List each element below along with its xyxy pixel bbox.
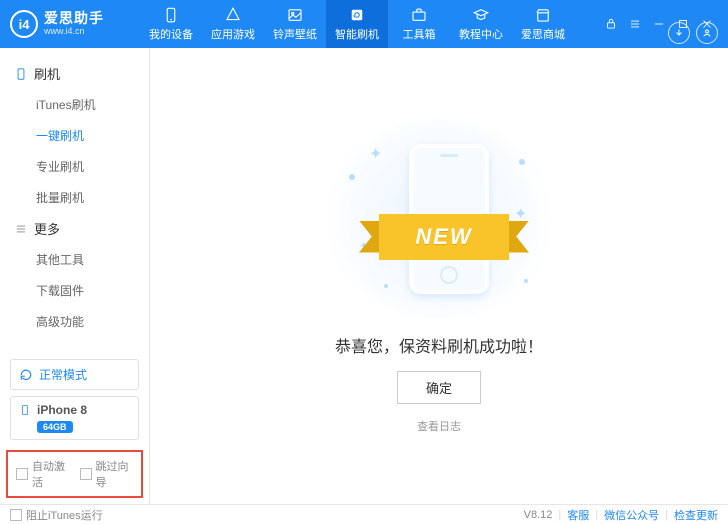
check-update-link[interactable]: 检查更新 (674, 507, 718, 523)
toolbox-icon (410, 6, 428, 24)
download-button[interactable] (668, 22, 690, 44)
apps-icon (224, 6, 242, 24)
sidebar-item-itunes-flash[interactable]: iTunes刷机 (0, 89, 149, 120)
block-itunes-checkbox[interactable]: 阻止iTunes运行 (10, 507, 103, 523)
bottom-options: 自动激活 跳过向导 (6, 450, 143, 498)
app-title: 爱思助手 (44, 11, 104, 26)
confirm-button[interactable]: 确定 (397, 371, 481, 404)
checkbox-label: 阻止iTunes运行 (26, 507, 103, 523)
nav-label: 应用游戏 (211, 26, 255, 42)
statusbar: 阻止iTunes运行 V8.12 | 客服 | 微信公众号 | 检查更新 (0, 504, 728, 524)
sidebar-head-label: 更多 (34, 219, 60, 238)
image-icon (286, 6, 304, 24)
success-message: 恭喜您，保资料刷机成功啦！ (335, 333, 543, 357)
nav-label: 铃声壁纸 (273, 26, 317, 42)
device-name: iPhone 8 (37, 403, 87, 417)
top-nav: 我的设备 应用游戏 铃声壁纸 智能刷机 工具箱 教程中心 爱思商城 (140, 0, 600, 48)
checkbox-icon (10, 509, 22, 521)
auto-activate-checkbox[interactable]: 自动激活 (16, 458, 70, 490)
mode-box[interactable]: 正常模式 (10, 359, 139, 390)
mode-label: 正常模式 (39, 366, 87, 383)
nav-label: 智能刷机 (335, 26, 379, 42)
nav-flash[interactable]: 智能刷机 (326, 0, 388, 48)
device-box[interactable]: iPhone 8 64GB (10, 396, 139, 440)
checkbox-icon (16, 468, 28, 480)
user-button[interactable] (696, 22, 718, 44)
nav-ringtones[interactable]: 铃声壁纸 (264, 0, 326, 48)
sidebar-item-onekey-flash[interactable]: 一键刷机 (0, 120, 149, 151)
nav-tutorial[interactable]: 教程中心 (450, 0, 512, 48)
refresh-icon (348, 6, 366, 24)
success-illustration: ✦ ✦ ✦ NEW (324, 119, 554, 319)
view-log-link[interactable]: 查看日志 (417, 418, 461, 434)
logo-icon: i4 (10, 10, 38, 38)
sidebar-item-advanced[interactable]: 高级功能 (0, 306, 149, 337)
nav-toolbox[interactable]: 工具箱 (388, 0, 450, 48)
version-label: V8.12 (524, 509, 553, 521)
logo[interactable]: i4 爱思助手 www.i4.cn (10, 10, 140, 38)
sidebar-item-pro-flash[interactable]: 专业刷机 (0, 151, 149, 182)
checkbox-icon (80, 468, 92, 480)
phone-icon (19, 403, 31, 417)
nav-mall[interactable]: 爱思商城 (512, 0, 574, 48)
menu-icon (14, 222, 28, 236)
sidebar-head-more: 更多 (0, 213, 149, 244)
graduation-icon (472, 6, 490, 24)
skip-wizard-checkbox[interactable]: 跳过向导 (80, 458, 134, 490)
storage-badge: 64GB (37, 421, 73, 433)
sidebar: 刷机 iTunes刷机 一键刷机 专业刷机 批量刷机 更多 其他工具 下载固件 … (0, 48, 150, 504)
wechat-link[interactable]: 微信公众号 (604, 507, 659, 523)
phone-icon (14, 67, 28, 81)
app-url: www.i4.cn (44, 27, 104, 37)
sidebar-head-label: 刷机 (34, 64, 60, 83)
nav-label: 工具箱 (403, 26, 436, 42)
ribbon-text: NEW (379, 214, 509, 260)
lock-icon[interactable] (600, 13, 622, 35)
nav-label: 教程中心 (459, 26, 503, 42)
titlebar: i4 爱思助手 www.i4.cn 我的设备 应用游戏 铃声壁纸 智能刷机 工具… (0, 0, 728, 48)
sidebar-head-flash: 刷机 (0, 58, 149, 89)
nav-label: 我的设备 (149, 26, 193, 42)
menu-icon[interactable] (624, 13, 646, 35)
main-content: ✦ ✦ ✦ NEW 恭喜您，保资料刷机成功啦！ 确定 查看日志 (150, 48, 728, 504)
new-ribbon: NEW (359, 214, 529, 260)
checkbox-label: 跳过向导 (96, 458, 134, 490)
sidebar-item-download-firmware[interactable]: 下载固件 (0, 275, 149, 306)
checkbox-label: 自动激活 (32, 458, 70, 490)
nav-my-device[interactable]: 我的设备 (140, 0, 202, 48)
shop-icon (534, 6, 552, 24)
support-link[interactable]: 客服 (567, 507, 589, 523)
refresh-icon (19, 368, 33, 382)
sidebar-item-batch-flash[interactable]: 批量刷机 (0, 182, 149, 213)
nav-apps[interactable]: 应用游戏 (202, 0, 264, 48)
phone-icon (162, 6, 180, 24)
sidebar-item-other-tools[interactable]: 其他工具 (0, 244, 149, 275)
nav-label: 爱思商城 (521, 26, 565, 42)
